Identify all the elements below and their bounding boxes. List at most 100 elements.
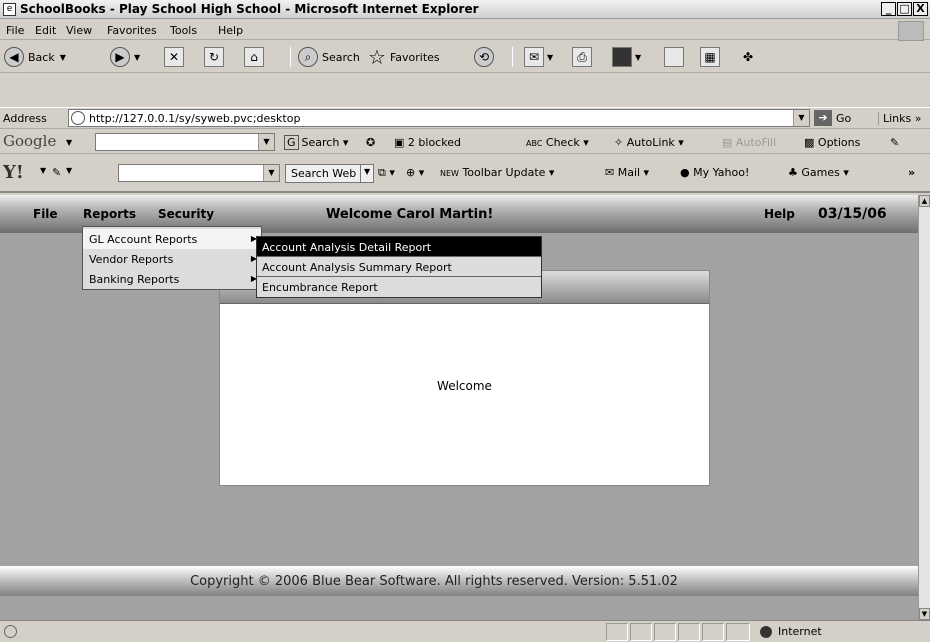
star-icon: ☆ bbox=[368, 45, 386, 69]
popup-blocker-button[interactable]: ▣ 2 blocked bbox=[394, 136, 461, 149]
status-cell bbox=[654, 623, 676, 641]
chevron-down-icon[interactable]: ▼ bbox=[66, 166, 72, 175]
status-cell bbox=[606, 623, 628, 641]
chevron-down-icon: ▼ bbox=[134, 52, 141, 62]
forward-button[interactable]: ▶ ▼ bbox=[110, 46, 140, 68]
menu-item-vendor-reports[interactable]: Vendor Reports ▶ bbox=[83, 249, 261, 269]
menu-view[interactable]: View bbox=[66, 24, 92, 37]
target-icon[interactable]: ⊕ ▾ bbox=[406, 166, 424, 179]
menu-file[interactable]: File bbox=[6, 24, 24, 37]
address-bar: Address http://127.0.0.1/sy/syweb.pvc;de… bbox=[0, 107, 930, 129]
search-web-button[interactable]: Search Web bbox=[285, 164, 363, 183]
go-button[interactable]: ➔ Go bbox=[814, 110, 851, 126]
search-dropdown-button[interactable]: ▼ bbox=[360, 164, 375, 183]
app-menu-file[interactable]: File bbox=[33, 207, 58, 221]
google-search-button[interactable]: G Search ▾ bbox=[284, 135, 348, 150]
google-toolbar: Google ▼ ▼ G Search ▾ ✪ ▣ 2 blocked ABC C… bbox=[0, 130, 930, 154]
close-button[interactable]: X bbox=[913, 2, 928, 16]
google-search-label: Search bbox=[301, 136, 340, 149]
chevron-down-icon: ▼ bbox=[635, 52, 642, 62]
google-search-input[interactable]: ▼ bbox=[95, 133, 275, 151]
search-label: Search bbox=[322, 50, 360, 64]
new-badge: NEW bbox=[440, 169, 459, 178]
research-button[interactable]: ▦ bbox=[700, 46, 723, 68]
banking-reports-label: Banking Reports bbox=[89, 273, 180, 286]
mail-button[interactable]: ✉ ▼ bbox=[524, 46, 553, 68]
menu-item-account-analysis-detail[interactable]: Account Analysis Detail Report bbox=[257, 237, 541, 257]
menu-item-account-analysis-summary[interactable]: Account Analysis Summary Report bbox=[257, 257, 541, 277]
options-button[interactable]: ▩ Options bbox=[804, 136, 860, 149]
chevron-down-icon[interactable]: ▼ bbox=[40, 166, 46, 175]
favorites-label: Favorites bbox=[389, 50, 440, 64]
search-button[interactable]: ⌕ Search bbox=[298, 46, 360, 68]
footer: Copyright © 2006 Blue Bear Software. All… bbox=[0, 566, 918, 596]
print-icon: ⎙ bbox=[572, 47, 592, 67]
vendor-reports-label: Vendor Reports bbox=[89, 253, 174, 266]
stop-icon: ✕ bbox=[164, 47, 184, 67]
yahoo-toolbar: Y! ▼ ✎ ▼ ▼ Search Web ▼ ⧉ ▾ ⊕ ▾ NEW Tool… bbox=[0, 155, 930, 193]
back-button[interactable]: ◀ Back ▼ bbox=[4, 46, 66, 68]
address-input[interactable]: http://127.0.0.1/sy/syweb.pvc;desktop ▼ bbox=[68, 109, 810, 127]
pencil-icon[interactable]: ✎ bbox=[52, 166, 61, 179]
window-icon[interactable]: ⧉ ▾ bbox=[378, 166, 395, 180]
chevron-down-icon[interactable]: ▼ bbox=[258, 134, 274, 150]
yahoo-logo[interactable]: Y! bbox=[3, 162, 24, 183]
menu-item-encumbrance-report[interactable]: Encumbrance Report bbox=[257, 277, 541, 297]
print-button[interactable]: ⎙ bbox=[572, 46, 595, 68]
copyright-text: Copyright © 2006 Blue Bear Software. All… bbox=[190, 574, 678, 589]
google-logo[interactable]: Google bbox=[3, 132, 56, 150]
my-yahoo-button[interactable]: ● My Yahoo! bbox=[680, 166, 749, 179]
menu-item-banking-reports[interactable]: Banking Reports ▶ bbox=[83, 269, 261, 289]
minimize-button[interactable]: _ bbox=[881, 2, 896, 16]
news-icon: ✪ bbox=[366, 136, 376, 149]
page-status-icon bbox=[4, 625, 17, 638]
links-button[interactable]: Links » bbox=[878, 112, 921, 125]
stop-button[interactable]: ✕ bbox=[164, 46, 187, 68]
edit-icon bbox=[612, 47, 632, 67]
home-button[interactable]: ⌂ bbox=[244, 46, 267, 68]
games-button[interactable]: ♣ Games ▾ bbox=[788, 166, 849, 179]
chevron-down-icon[interactable]: ▼ bbox=[66, 138, 72, 147]
maximize-button[interactable]: □ bbox=[897, 2, 912, 16]
menu-item-gl-account-reports[interactable]: GL Account Reports ▶ bbox=[83, 229, 261, 249]
autofill-button[interactable]: ▤ AutoFill bbox=[722, 136, 776, 149]
chevron-down-icon[interactable]: ▼ bbox=[263, 165, 279, 181]
refresh-icon: ↻ bbox=[204, 47, 224, 67]
toolbar-update-label: Toolbar Update bbox=[462, 166, 546, 179]
scroll-down-icon[interactable]: ▼ bbox=[919, 608, 930, 620]
app-menu-reports[interactable]: Reports bbox=[83, 207, 136, 221]
menu-edit[interactable]: Edit bbox=[35, 24, 56, 37]
yahoo-search-input[interactable]: ▼ bbox=[118, 164, 280, 182]
toolbar-update-button[interactable]: NEW Toolbar Update ▾ bbox=[440, 166, 554, 179]
address-label: Address bbox=[3, 112, 47, 125]
options-icon: ▩ bbox=[804, 136, 815, 149]
messenger-button[interactable]: ✤ bbox=[738, 46, 761, 68]
scroll-up-icon[interactable]: ▲ bbox=[919, 195, 930, 207]
chevron-down-icon: ▼ bbox=[547, 52, 554, 62]
edit-button[interactable]: ▼ bbox=[612, 46, 641, 68]
autolink-button[interactable]: ✧ AutoLink ▾ bbox=[614, 136, 684, 149]
discuss-button[interactable] bbox=[664, 46, 687, 68]
back-label: Back bbox=[28, 50, 55, 64]
history-button[interactable]: ⟲ bbox=[474, 46, 498, 68]
menu-help[interactable]: Help bbox=[218, 24, 243, 37]
autofill-icon: ▤ bbox=[722, 136, 733, 149]
welcome-text: Welcome bbox=[437, 379, 492, 393]
menu-tools[interactable]: Tools bbox=[170, 24, 197, 37]
vertical-scrollbar[interactable]: ▲ ▼ bbox=[918, 195, 930, 620]
more-chevron-icon[interactable]: » bbox=[908, 166, 915, 179]
highlighter-button[interactable]: ✎ bbox=[890, 136, 899, 149]
menu-favorites[interactable]: Favorites bbox=[107, 24, 157, 37]
app-menu-help[interactable]: Help bbox=[764, 207, 795, 221]
gl-reports-submenu: Account Analysis Detail Report Account A… bbox=[256, 236, 542, 298]
news-button[interactable]: ✪ bbox=[366, 136, 375, 149]
refresh-button[interactable]: ↻ bbox=[204, 46, 227, 68]
app-menu-security[interactable]: Security bbox=[158, 207, 214, 221]
mail-button[interactable]: ✉ Mail ▾ bbox=[605, 166, 649, 179]
chevron-down-icon[interactable]: ▼ bbox=[793, 110, 809, 126]
address-url: http://127.0.0.1/sy/syweb.pvc;desktop bbox=[89, 112, 301, 125]
spell-check-button[interactable]: ABC Check ▾ bbox=[526, 136, 589, 149]
window-title: SchoolBooks - Play School High School - … bbox=[20, 2, 479, 16]
mail-icon: ✉ bbox=[524, 47, 544, 67]
favorites-button[interactable]: ☆ Favorites bbox=[368, 45, 440, 69]
